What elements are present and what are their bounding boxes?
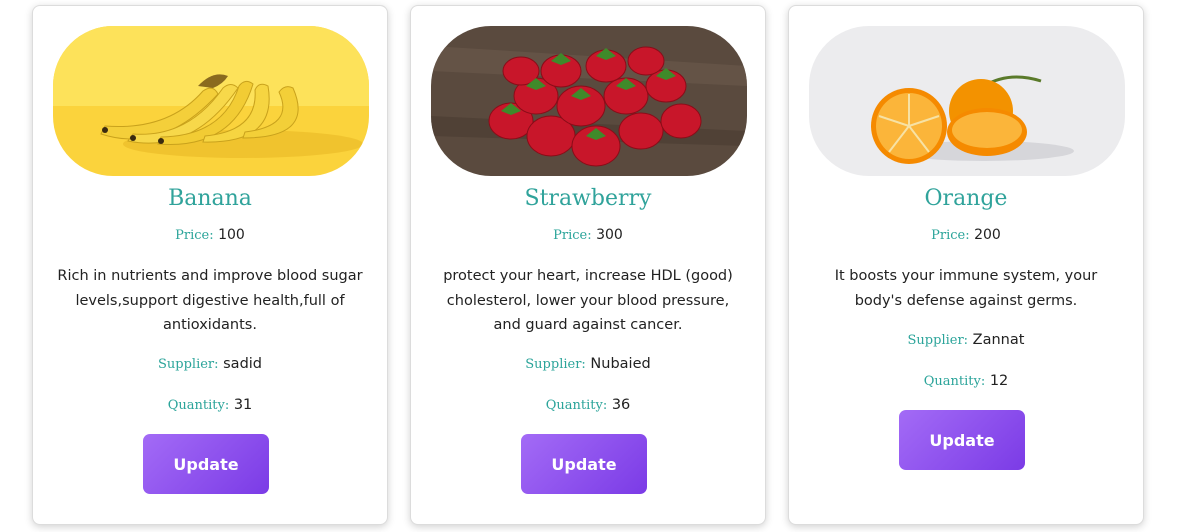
product-supplier: Supplier: sadid [33, 356, 387, 372]
product-description: protect your heart, increase HDL (good) … [443, 268, 733, 333]
supplier-value: sadid [223, 356, 263, 372]
quantity-value: 31 [233, 397, 253, 413]
update-button[interactable]: Update [521, 434, 647, 494]
strawberry-image [431, 26, 747, 176]
price-label: Price: [931, 228, 970, 243]
supplier-label: Supplier: [525, 357, 586, 372]
product-card-strawberry: Strawberry Price: 300 protect your heart… [410, 5, 766, 525]
price-value: 100 [218, 227, 245, 243]
quantity-value: 36 [611, 397, 631, 413]
supplier-value: Nubaied [590, 356, 651, 372]
product-supplier: Supplier: Nubaied [411, 356, 765, 372]
price-value: 300 [596, 227, 623, 243]
product-price: Price: 100 [33, 227, 387, 243]
product-name: Strawberry [524, 186, 652, 211]
update-button[interactable]: Update [899, 410, 1025, 470]
product-description: Rich in nutrients and improve blood suga… [57, 268, 363, 333]
product-name: Banana [168, 186, 252, 211]
product-quantity: Quantity: 31 [33, 397, 387, 413]
supplier-label: Supplier: [157, 357, 219, 372]
product-name: Orange [924, 186, 1008, 211]
product-price: Price: 300 [411, 227, 765, 243]
banana-image [53, 26, 369, 176]
orange-image [809, 26, 1125, 176]
quantity-label: Quantity: [545, 398, 608, 413]
update-button[interactable]: Update [143, 434, 269, 494]
product-card-banana: Banana Price: 100 Rich in nutrients and … [32, 5, 388, 525]
product-price: Price: 200 [789, 227, 1143, 243]
price-label: Price: [553, 228, 592, 243]
supplier-value: Zannat [972, 332, 1025, 348]
quantity-label: Quantity: [923, 374, 986, 389]
product-description: It boosts your immune system, your body'… [834, 268, 1098, 309]
price-value: 200 [974, 227, 1001, 243]
price-label: Price: [175, 228, 214, 243]
quantity-label: Quantity: [167, 398, 230, 413]
supplier-label: Supplier: [907, 333, 969, 348]
quantity-value: 12 [989, 373, 1009, 389]
product-quantity: Quantity: 12 [789, 373, 1143, 389]
product-card-orange: Orange Price: 200 It boosts your immune … [788, 5, 1144, 525]
product-supplier: Supplier: Zannat [789, 332, 1143, 348]
product-quantity: Quantity: 36 [411, 397, 765, 413]
